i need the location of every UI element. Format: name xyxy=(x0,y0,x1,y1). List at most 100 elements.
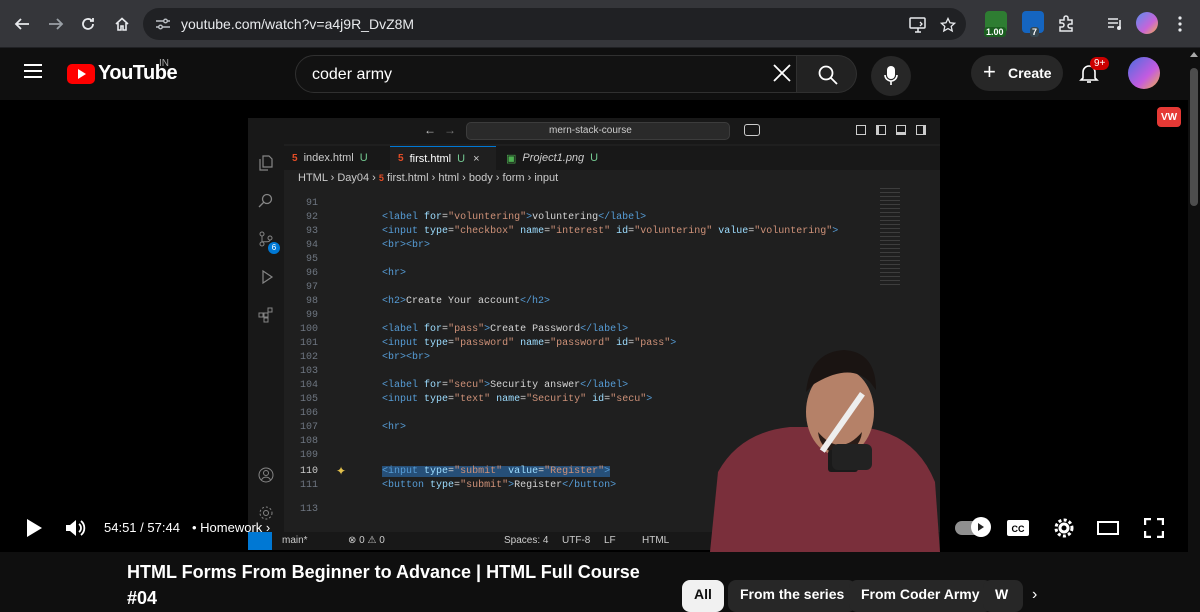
channel-watermark[interactable]: VW xyxy=(1157,107,1181,127)
bookmark-star-icon[interactable] xyxy=(937,14,959,36)
panel-toggle-icon xyxy=(896,125,906,135)
play-button[interactable] xyxy=(20,514,48,542)
line-number: 97 xyxy=(305,282,318,293)
create-button[interactable]: + Create xyxy=(971,55,1063,91)
tab-close-icon: × xyxy=(473,152,480,165)
line-number: 99 xyxy=(305,310,318,321)
time-current: 54:51 xyxy=(104,520,137,535)
chip-more[interactable]: W xyxy=(983,580,1023,612)
theater-mode-button[interactable] xyxy=(1094,514,1122,542)
cast-icon[interactable] xyxy=(907,14,929,36)
video-title-continued: #04 xyxy=(127,588,158,608)
youtube-logo-icon[interactable] xyxy=(67,64,95,84)
tab-label: Project1.png xyxy=(522,152,585,164)
presenter-webcam xyxy=(710,350,940,552)
chip-from-series[interactable]: From the series xyxy=(728,580,857,612)
settings-button[interactable] xyxy=(1050,514,1078,542)
tab-index-html: 5 index.html U xyxy=(284,146,388,170)
browser-profile-avatar[interactable] xyxy=(1136,12,1158,34)
closed-captions-icon: CC xyxy=(1007,520,1029,536)
address-bar[interactable]: youtube.com/watch?v=a4j9R_DvZ8M xyxy=(143,8,966,40)
tab-untracked-status: U xyxy=(457,152,466,165)
chip-from-channel[interactable]: From Coder Army xyxy=(849,580,992,612)
code-line: <button type="submit">Register</button> xyxy=(382,480,617,491)
scrollbar-thumb[interactable] xyxy=(1190,68,1198,206)
search-query[interactable]: coder army xyxy=(312,66,392,84)
vscode-forward-arrow-icon: → xyxy=(444,123,456,137)
line-number: 100 xyxy=(299,324,318,335)
video-player[interactable]: ← → mern-stack-course 6 5 index.html U 5… xyxy=(0,100,1188,552)
run-debug-icon xyxy=(257,268,275,286)
page-scrollbar[interactable] xyxy=(1188,48,1200,598)
line-number: 98 xyxy=(305,296,318,307)
reload-icon[interactable] xyxy=(74,10,102,38)
clear-search-icon[interactable] xyxy=(770,61,794,85)
chapter-label: Homework xyxy=(200,520,263,535)
theater-mode-icon xyxy=(1097,521,1119,535)
extensions-puzzle-icon[interactable] xyxy=(1052,10,1080,38)
voice-search-button[interactable] xyxy=(871,56,911,96)
fullscreen-button[interactable] xyxy=(1140,514,1168,542)
tab-project1-png: ▣ Project1.png U xyxy=(498,146,608,170)
browser-menu-icon[interactable] xyxy=(1166,10,1194,38)
search-button[interactable] xyxy=(797,55,857,93)
tab-untracked-status: U xyxy=(359,152,368,164)
line-number: 106 xyxy=(299,408,318,419)
line-number: 102 xyxy=(299,352,318,363)
copilot-sparkle-icon: ✦ xyxy=(336,465,347,479)
breadcrumb-item: first.html xyxy=(386,172,429,184)
code-line: <br><br> xyxy=(382,352,431,363)
back-arrow-icon[interactable] xyxy=(8,10,36,38)
line-number: 109 xyxy=(299,450,318,461)
line-number: 105 xyxy=(299,394,318,405)
vscode-project-name: mern-stack-course xyxy=(549,125,632,136)
home-icon[interactable] xyxy=(108,10,136,38)
chips-next-chevron-icon[interactable]: › xyxy=(1032,586,1037,604)
line-number: 104 xyxy=(299,380,318,391)
url-host: youtube.com xyxy=(181,16,262,32)
copilot-icon xyxy=(744,124,760,136)
account-avatar[interactable] xyxy=(1128,57,1160,89)
extension-helper-badge: 7 xyxy=(1030,27,1040,37)
breadcrumb-item: body xyxy=(468,172,493,184)
code-line: <label for="secu">Security answer</label… xyxy=(382,380,629,391)
line-number: 96 xyxy=(305,268,318,279)
chapter-title[interactable]: • Homework › xyxy=(192,520,270,535)
tab-first-html: 5 first.html U × xyxy=(390,146,496,170)
code-line: <label for="pass">Create Password</label… xyxy=(382,324,629,335)
below-player: HTML Forms From Beginner to Advance | HT… xyxy=(0,552,1188,612)
country-code: IN xyxy=(159,58,169,69)
video-title: HTML Forms From Beginner to Advance | HT… xyxy=(127,562,640,582)
breadcrumb-item: HTML xyxy=(298,172,328,184)
subtitles-button[interactable]: CC xyxy=(1004,514,1032,542)
vscode-title-bar: ← → mern-stack-course xyxy=(248,118,940,144)
code-line: <input type="checkbox" name="interest" i… xyxy=(382,226,839,237)
play-icon xyxy=(27,519,42,537)
line-number: 93 xyxy=(305,226,318,237)
extensions-icon xyxy=(257,306,275,324)
vscode-activity-bar: 6 xyxy=(248,144,284,550)
extension-speed-badge: 1.00 xyxy=(984,27,1006,37)
breadcrumb-item: Day04 xyxy=(337,172,370,184)
chip-all[interactable]: All xyxy=(682,580,724,612)
line-number: 111 xyxy=(299,480,318,491)
scroll-up-arrow-icon[interactable] xyxy=(1190,52,1198,57)
breadcrumb: HTML › Day04 › 5 first.html › html › bod… xyxy=(298,172,559,184)
time-display: 54:51 / 57:44 xyxy=(104,520,180,535)
guide-menu-icon[interactable] xyxy=(24,64,42,78)
code-line-selected: <input type="submit" value="Register"> xyxy=(382,466,611,477)
code-line: <br><br> xyxy=(382,240,431,251)
line-number: 94 xyxy=(305,240,318,251)
search-input[interactable]: coder army xyxy=(295,55,797,93)
vscode-back-arrow-icon: ← xyxy=(424,123,436,137)
git-branch: main* xyxy=(282,535,308,546)
autoplay-toggle[interactable] xyxy=(954,514,991,542)
site-settings-icon[interactable] xyxy=(153,14,173,34)
mute-button[interactable] xyxy=(62,514,90,542)
plus-icon: + xyxy=(983,59,996,84)
source-control-badge: 6 xyxy=(268,242,280,254)
media-queue-icon[interactable] xyxy=(1102,10,1130,38)
svg-text:CC: CC xyxy=(1012,524,1025,534)
forward-arrow-icon[interactable] xyxy=(42,10,70,38)
youtube-masthead: YouTube IN coder army + Create 9+ xyxy=(0,48,1188,100)
